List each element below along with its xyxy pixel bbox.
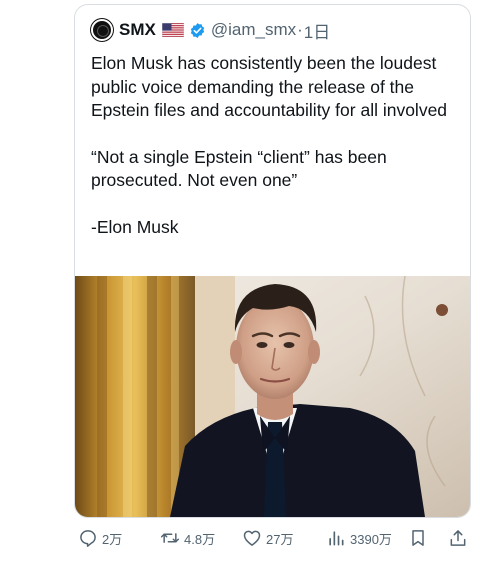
tweet-quote: “Not a single Epstein “client” has been … <box>91 146 387 191</box>
heart-icon <box>243 530 261 546</box>
verified-badge-icon <box>190 22 205 38</box>
avatar[interactable] <box>91 19 113 41</box>
bookmark-button[interactable] <box>408 528 432 548</box>
reply-icon <box>80 530 96 547</box>
tweet-text: Elon Musk has consistently been the loud… <box>91 52 461 239</box>
share-icon <box>450 530 466 546</box>
us-flag-icon <box>161 23 184 37</box>
views-bar-chart-icon <box>329 531 344 546</box>
retweet-icon <box>160 533 180 543</box>
tweet-header: SMX @iam_smx · 1日 <box>91 18 330 42</box>
retweet-count: 4.8万 <box>184 531 216 547</box>
reply-count: 2万 <box>102 531 123 547</box>
like-count: 27万 <box>266 531 294 547</box>
bookmark-icon <box>412 530 424 546</box>
retweet-button[interactable]: 4.8万 <box>160 528 215 548</box>
share-button[interactable] <box>448 528 472 548</box>
tweet-photo[interactable] <box>75 276 470 517</box>
author-handle[interactable]: @iam_smx <box>211 20 296 40</box>
reply-button[interactable]: 2万 <box>78 528 122 548</box>
tweet-timestamp[interactable]: 1日 <box>304 18 330 43</box>
tweet-attribution: -Elon Musk <box>91 216 179 237</box>
action-bar: 2万 4.8万 27万 3390万 <box>74 522 472 552</box>
like-button[interactable]: 27万 <box>242 528 293 548</box>
tweet-card[interactable]: SMX @iam_smx · 1日 Elon Musk has consiste… <box>74 4 471 518</box>
views-button[interactable]: 3390万 <box>326 528 392 548</box>
separator-dot: · <box>297 20 303 39</box>
author-name[interactable]: SMX <box>119 20 156 40</box>
views-count: 3390万 <box>350 531 392 547</box>
tweet-paragraph: Elon Musk has consistently been the loud… <box>91 53 448 120</box>
